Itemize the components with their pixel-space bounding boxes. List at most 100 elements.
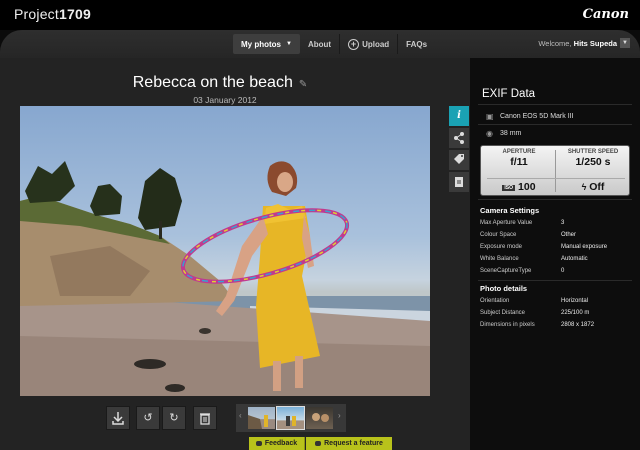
photo-details-heading: Photo details: [480, 284, 528, 293]
thumbnail-image: [286, 416, 296, 426]
divider: [478, 124, 632, 125]
lens-icon: ◉: [486, 129, 493, 138]
photo-date: 03 January 2012: [193, 95, 257, 105]
divider: [478, 199, 632, 200]
request-feature-button[interactable]: Request a feature: [306, 437, 392, 450]
focal-length-row: ◉ 38 mm: [486, 129, 521, 138]
setting-key: Max Aperture Value: [480, 220, 533, 226]
lightbulb-icon: [315, 441, 322, 446]
tag-tool[interactable]: [449, 150, 469, 170]
nav-faqs[interactable]: FAQs: [397, 34, 435, 54]
info-icon: i: [457, 110, 461, 121]
setting-key: Exposure mode: [480, 244, 523, 250]
chevron-left-icon[interactable]: ‹: [239, 411, 242, 420]
chevron-right-icon[interactable]: ›: [338, 411, 341, 420]
shutter-label: SHUTTER SPEED: [567, 149, 619, 155]
camera-model-row: ▣ Canon EOS 5D Mark III: [486, 112, 574, 121]
setting-key: SceneCaptureType: [480, 268, 532, 274]
camera-model: Canon EOS 5D Mark III: [500, 113, 574, 120]
photo-viewer[interactable]: [20, 106, 430, 396]
aperture-value: f/11: [510, 156, 528, 168]
setting-value: Other: [561, 232, 577, 238]
feedback-button[interactable]: Feedback: [249, 437, 305, 450]
setting-value: 0: [561, 268, 565, 274]
user-menu-dropdown[interactable]: ▼: [620, 38, 630, 48]
brand-logo[interactable]: Project1709: [14, 6, 91, 22]
nav-upload-label: Upload: [362, 39, 390, 49]
divider: [478, 104, 632, 105]
setting-value: Manual exposure: [561, 244, 608, 250]
nav-about-label: About: [307, 39, 332, 49]
nav-upload[interactable]: + Upload: [339, 34, 397, 54]
top-bar: Project1709 Canon: [0, 0, 640, 30]
thumbnail[interactable]: [248, 407, 275, 429]
shutter-value: 1/250 s: [575, 156, 611, 168]
filmstrip: ‹ ›: [236, 404, 346, 432]
rotate-left-icon: ↺: [143, 412, 153, 424]
speech-bubble-icon: [255, 441, 262, 446]
dial-divider: [487, 178, 625, 179]
pencil-icon[interactable]: ✎: [299, 79, 307, 90]
download-icon: [112, 412, 124, 425]
aperture-label: APERTURE: [502, 149, 536, 155]
chevron-down-icon: ▼: [286, 41, 292, 47]
delete-button[interactable]: [193, 406, 217, 430]
camera-icon: ▣: [486, 112, 494, 121]
detail-key: Orientation: [480, 298, 510, 304]
setting-value: Automatic: [561, 256, 588, 262]
shutter-cell: SHUTTER SPEED 1/250 s: [559, 149, 627, 168]
nav-my-photos-label: My photos: [241, 39, 281, 49]
thumbnail-image: [312, 413, 329, 422]
thumbnail-active[interactable]: [276, 406, 305, 430]
share-icon: [454, 132, 464, 144]
notes-tool[interactable]: [449, 172, 469, 192]
photo-image: [20, 161, 430, 396]
share-tool[interactable]: [449, 128, 469, 148]
detail-value: 2808 x 1872: [561, 322, 595, 328]
flash-value: Off: [589, 181, 605, 193]
plus-circle-icon: +: [348, 38, 360, 50]
dial-divider: [555, 150, 556, 192]
nav-strip: My photos ▼ About + Upload FAQs Welcome,…: [0, 30, 640, 58]
exif-panel: EXIF Data ▣ Canon EOS 5D Mark III ◉ 38 m…: [470, 58, 640, 450]
thumbnail[interactable]: [306, 407, 333, 429]
iso-cell: ISO 100: [485, 181, 553, 193]
welcome-message: Welcome, Hits Supeda: [538, 39, 617, 48]
nav-my-photos[interactable]: My photos ▼: [233, 34, 300, 54]
info-tool[interactable]: i: [449, 106, 469, 126]
canon-logo[interactable]: Canon: [583, 7, 629, 22]
request-feature-label: Request a feature: [324, 440, 383, 447]
camera-settings-heading: Camera Settings: [480, 206, 540, 215]
main-nav: My photos ▼ About + Upload FAQs: [233, 34, 435, 54]
detail-key: Dimensions in pixels: [480, 322, 535, 328]
aperture-cell: APERTURE f/11: [485, 149, 553, 168]
exposure-dial: APERTURE f/11 SHUTTER SPEED 1/250 s ISO 1…: [480, 145, 630, 196]
brand-number: 1709: [58, 6, 91, 22]
detail-value: 225/100 m: [561, 310, 590, 316]
note-icon: [455, 177, 463, 187]
detail-value: Horizontal: [561, 298, 589, 304]
iso-value: 100: [518, 181, 536, 193]
feedback-label: Feedback: [264, 440, 298, 447]
rotate-right-icon: ↻: [169, 412, 179, 424]
photo-title-text: Rebecca on the beach: [132, 74, 293, 91]
focal-length: 38 mm: [500, 130, 522, 137]
username[interactable]: Hits Supeda: [574, 39, 617, 48]
rotate-right-button[interactable]: ↻: [162, 406, 186, 430]
detail-key: Subject Distance: [480, 310, 526, 316]
setting-value: 3: [561, 220, 565, 226]
nav-about[interactable]: About: [300, 34, 339, 54]
download-button[interactable]: [106, 406, 130, 430]
photo-title: Rebecca on the beach ✎: [0, 74, 440, 92]
iso-badge: ISO: [502, 185, 516, 191]
setting-key: White Balance: [480, 256, 519, 262]
chevron-down-icon: ▼: [622, 40, 628, 46]
trash-icon: [200, 413, 210, 425]
brand-name: Project: [14, 6, 59, 22]
flash-icon: ϟ: [581, 182, 587, 192]
tag-icon: [454, 154, 464, 164]
exif-title: EXIF Data: [482, 88, 536, 100]
flash-cell: ϟ Off: [559, 181, 627, 193]
setting-key: Colour Space: [480, 232, 517, 238]
rotate-left-button[interactable]: ↺: [136, 406, 160, 430]
